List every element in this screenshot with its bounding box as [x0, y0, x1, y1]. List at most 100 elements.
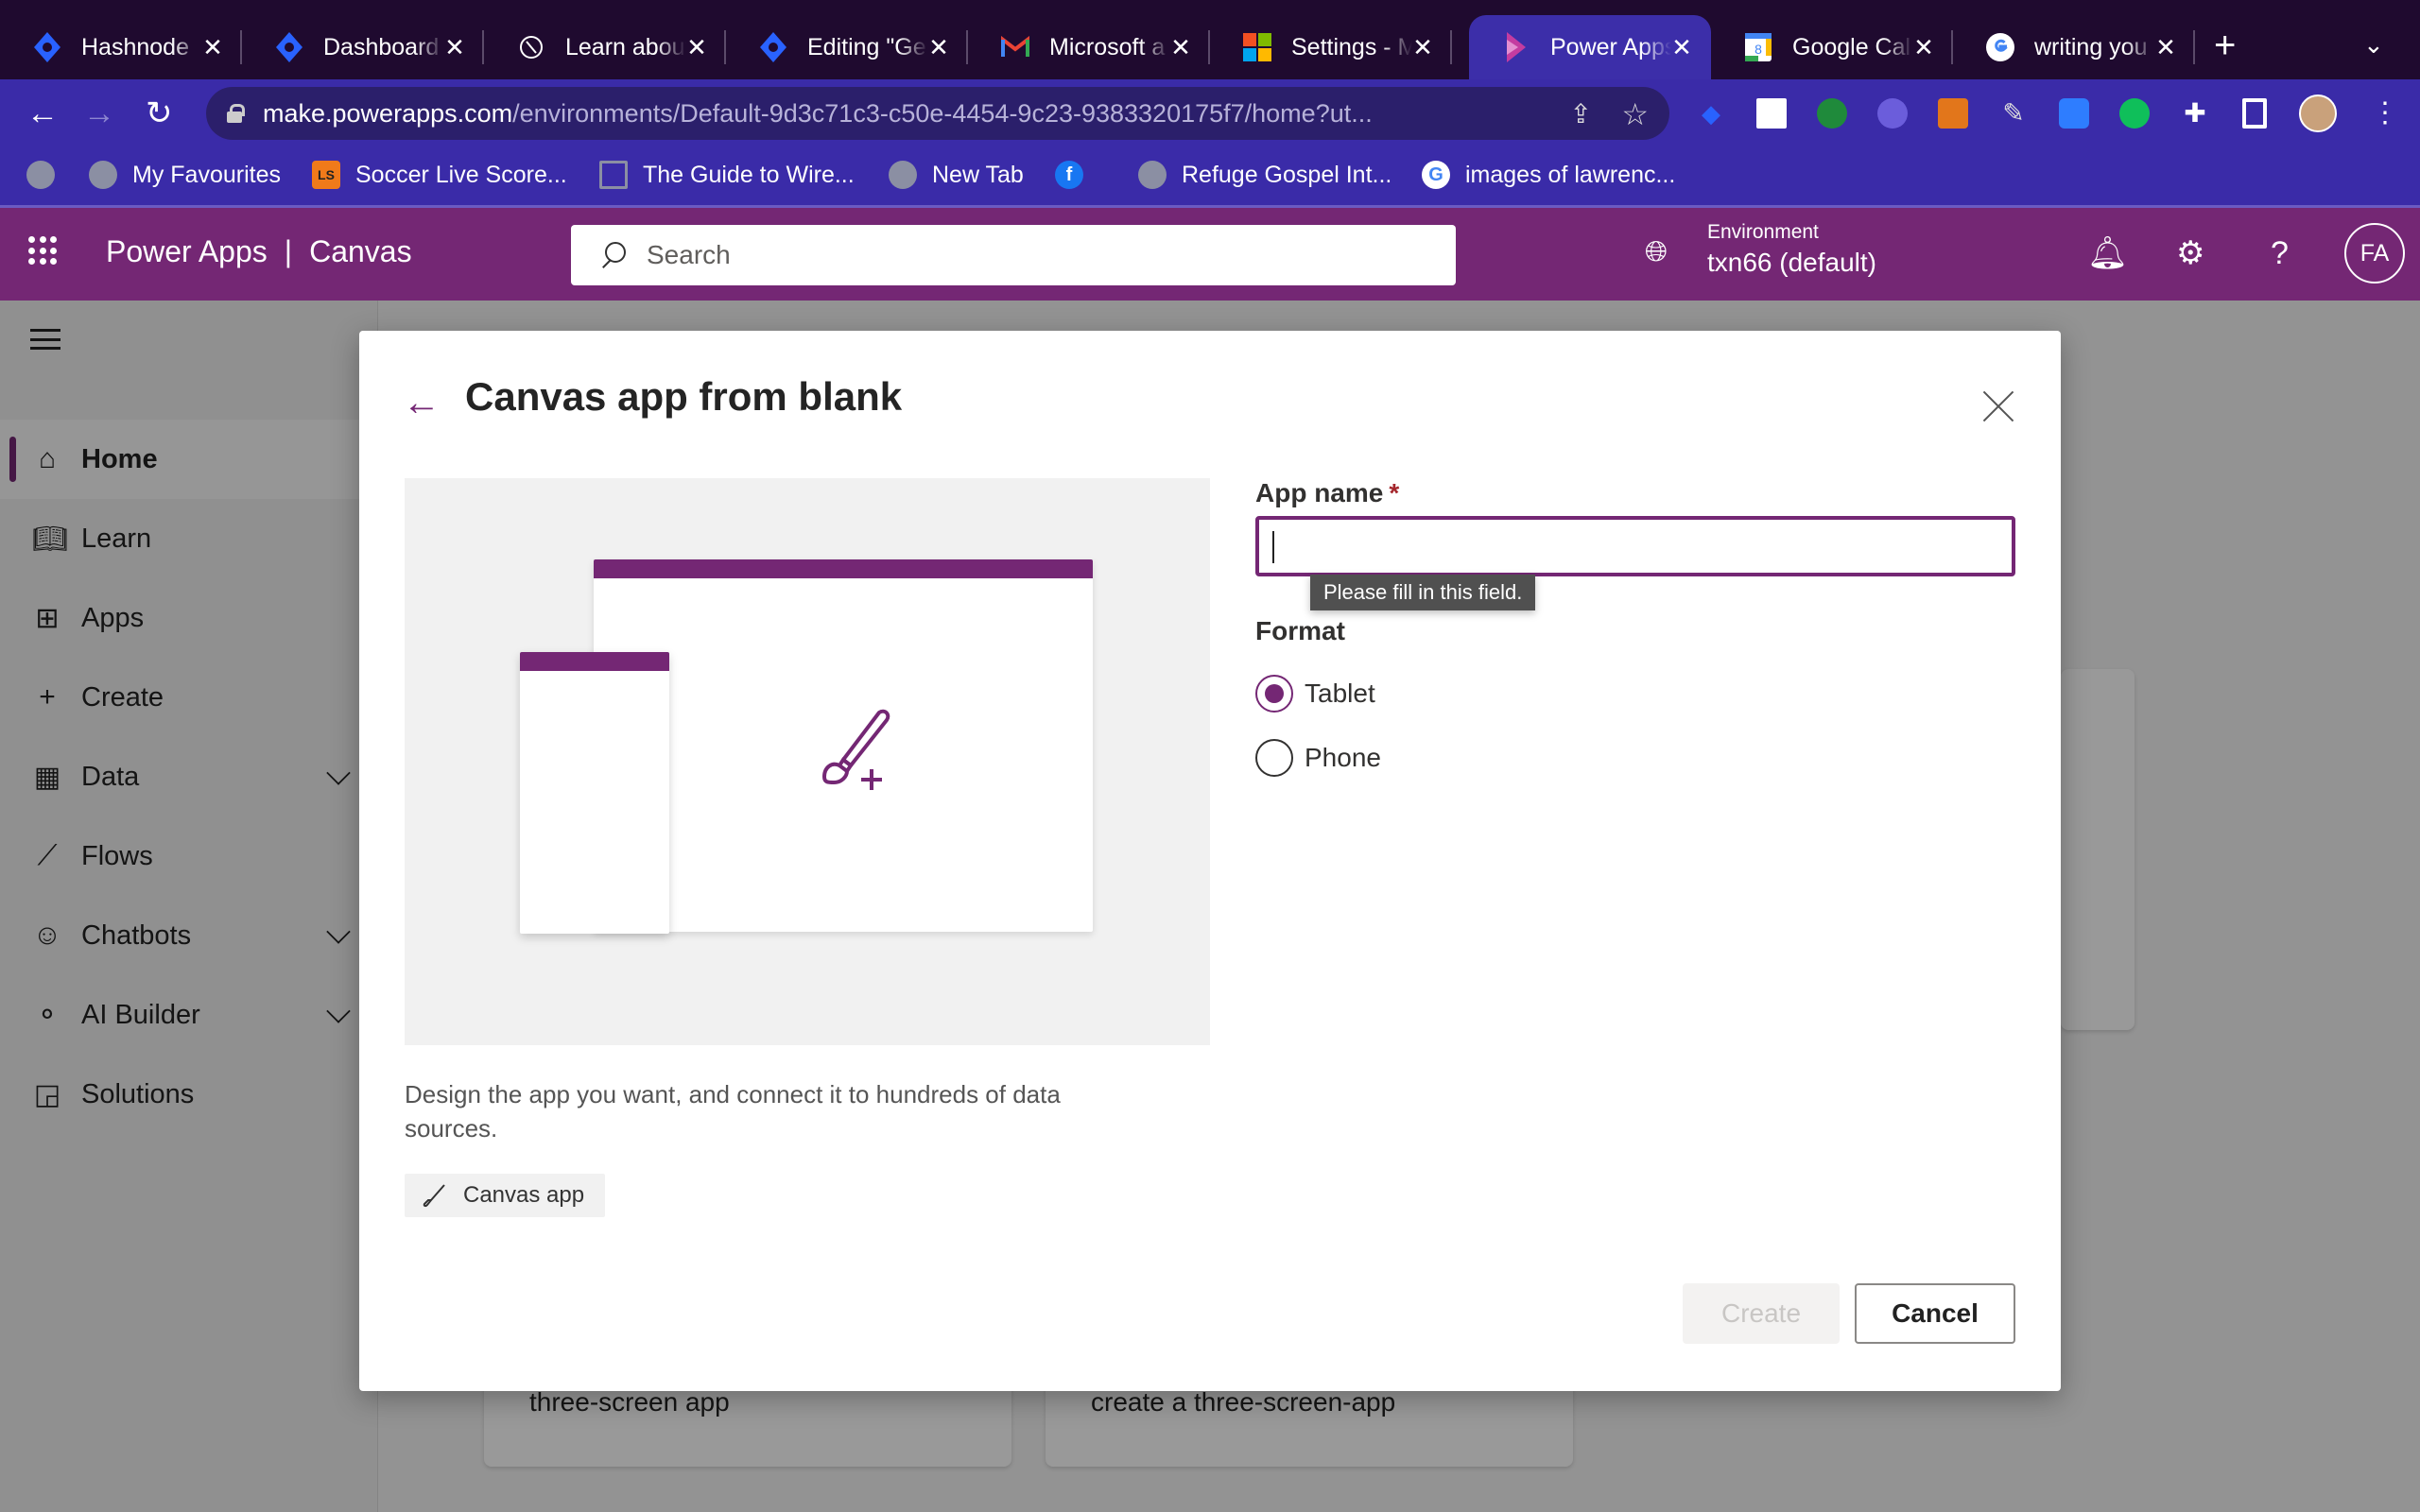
browser-menu-icon[interactable]: ⋮ [2371, 94, 2399, 132]
canvas-app-dialog: ← Canvas app from blank Design the app y… [359, 331, 2061, 1391]
notifications-bell-icon[interactable]: 🔔︎ [2087, 234, 2128, 272]
close-tab-icon[interactable]: ✕ [926, 34, 951, 60]
app-name-label: App name * [1255, 478, 1400, 507]
app-name-input[interactable] [1255, 516, 2015, 576]
environment-picker[interactable]: txn66 (default) [1707, 248, 1876, 278]
radio-button[interactable] [1255, 739, 1293, 777]
microsoft-icon [1242, 32, 1272, 62]
bookmark-item[interactable]: f [1055, 161, 1098, 189]
forward-icon[interactable]: → [83, 94, 115, 132]
browser-tab[interactable]: writing you ✕ [1953, 15, 2195, 79]
side-panel-icon[interactable] [2242, 98, 2267, 129]
lock-icon [227, 104, 245, 123]
browser-toolbar: ← → ↻ make.powerapps.com/environments/De… [0, 79, 2420, 147]
create-button[interactable]: Create [1683, 1283, 1840, 1344]
utorrent-icon[interactable] [1817, 98, 1847, 129]
page-icon [599, 161, 628, 189]
browser-tab[interactable]: Hashnode ✕ [0, 15, 242, 79]
browser-tab[interactable]: 8 Google Cal ✕ [1711, 15, 1953, 79]
format-option-tablet[interactable]: Tablet [1255, 675, 1375, 713]
globe-icon [889, 161, 917, 189]
close-tab-icon[interactable]: ✕ [684, 34, 709, 60]
app-launcher-icon[interactable] [28, 236, 59, 266]
powerapps-icon [1501, 32, 1531, 62]
search-box[interactable] [571, 225, 1456, 285]
bookmarks-bar: My Favourites LS Soccer Live Score... The… [0, 147, 2420, 208]
profile-avatar[interactable] [2299, 94, 2337, 132]
environment-globe-icon: 🌐︎ [1645, 236, 1668, 267]
search-icon [599, 242, 626, 268]
extension-green-icon[interactable] [1756, 98, 1787, 129]
eyedropper-icon[interactable]: ✎ [1998, 98, 2029, 129]
dialog-title: Canvas app from blank [465, 374, 903, 419]
help-icon[interactable]: ? [2271, 234, 2289, 272]
close-icon[interactable] [1981, 389, 2015, 423]
address-bar[interactable]: make.powerapps.com/environments/Default-… [206, 87, 1669, 140]
format-option-phone[interactable]: Phone [1255, 739, 1381, 777]
extension-gem-icon[interactable]: ◆ [1696, 98, 1726, 129]
format-label: Format [1255, 616, 1345, 645]
livescore-icon: LS [312, 161, 340, 189]
canvas-app-tag: Canvas app [405, 1174, 606, 1217]
back-icon[interactable]: ← [26, 94, 59, 132]
bookmark-item[interactable] [26, 161, 70, 189]
close-tab-icon[interactable]: ✕ [1669, 34, 1694, 60]
hashnode-icon [274, 32, 304, 62]
close-tab-icon[interactable]: ✕ [200, 34, 225, 60]
browser-tab[interactable]: Learn about ✕ [484, 15, 726, 79]
browser-tab[interactable]: Microsoft a ✕ [968, 15, 1210, 79]
hashnode-icon [758, 32, 788, 62]
environment-label[interactable]: Environment [1707, 221, 1819, 244]
close-tab-icon[interactable]: ✕ [2153, 34, 2178, 60]
browser-tab[interactable]: Dashboard ✕ [242, 15, 484, 79]
google-icon [1985, 32, 2015, 62]
preview-illustration [405, 478, 1210, 1045]
phone-preview [520, 652, 669, 934]
svg-text:8: 8 [1754, 42, 1762, 57]
url-text[interactable]: make.powerapps.com/environments/Default-… [263, 99, 1373, 129]
back-arrow-icon[interactable]: ← [403, 384, 441, 421]
validation-tooltip: Please fill in this field. [1310, 575, 1536, 610]
bookmark-item[interactable]: My Favourites [89, 161, 281, 189]
close-tab-icon[interactable]: ✕ [1410, 34, 1435, 60]
bookmark-item[interactable]: LS Soccer Live Score... [312, 161, 567, 189]
required-indicator: * [1389, 478, 1400, 507]
extensions-puzzle-icon[interactable]: ✚ [2180, 98, 2210, 129]
bookmark-item[interactable]: The Guide to Wire... [599, 161, 855, 189]
metamask-icon[interactable] [1938, 98, 1968, 129]
bookmark-star-icon[interactable]: ☆ [1621, 96, 1649, 132]
gmail-icon [1000, 32, 1030, 62]
bookmark-item[interactable]: Refuge Gospel Int... [1138, 161, 1392, 189]
globe-icon [26, 161, 55, 189]
close-tab-icon[interactable]: ✕ [1911, 34, 1936, 60]
dialog-description: Design the app you want, and connect it … [405, 1080, 1061, 1143]
settings-gear-icon[interactable]: ⚙ [2176, 234, 2204, 272]
tab-search-icon[interactable]: ⌄ [2363, 30, 2384, 60]
screen-recorder-icon[interactable] [2059, 98, 2089, 129]
bookmark-item[interactable]: Gimages of lawrenc... [1422, 161, 1675, 189]
browser-tab-active[interactable]: Power Apps ✕ [1469, 15, 1711, 79]
share-icon[interactable]: ⇪ [1570, 98, 1592, 129]
browser-tab[interactable]: Settings - M ✕ [1210, 15, 1452, 79]
hashnode-icon [32, 32, 62, 62]
text-caret [1272, 531, 1274, 563]
paintbrush-icon [423, 1184, 445, 1208]
bookmark-item[interactable]: New Tab [889, 161, 1024, 189]
extension-w-icon[interactable] [2119, 98, 2150, 129]
google-calendar-icon: 8 [1743, 32, 1773, 62]
reload-icon[interactable]: ↻ [146, 94, 173, 132]
globe-icon [1138, 161, 1167, 189]
new-tab-button[interactable]: + [2214, 26, 2236, 64]
user-avatar[interactable]: FA [2344, 223, 2405, 284]
app-header: Power Apps|Canvas 🌐︎ Environment txn66 (… [0, 208, 2420, 301]
cancel-button[interactable]: Cancel [1855, 1283, 2015, 1344]
globe-icon [89, 161, 117, 189]
browser-tab[interactable]: Editing "Ge ✕ [726, 15, 968, 79]
search-input[interactable] [647, 240, 1403, 270]
close-tab-icon[interactable]: ✕ [442, 34, 467, 60]
radio-button-checked[interactable] [1255, 675, 1293, 713]
facebook-icon: f [1055, 161, 1083, 189]
app-title[interactable]: Power Apps | Canvas [106, 234, 412, 269]
close-tab-icon[interactable]: ✕ [1168, 34, 1193, 60]
extension-ghost-icon[interactable] [1877, 98, 1908, 129]
